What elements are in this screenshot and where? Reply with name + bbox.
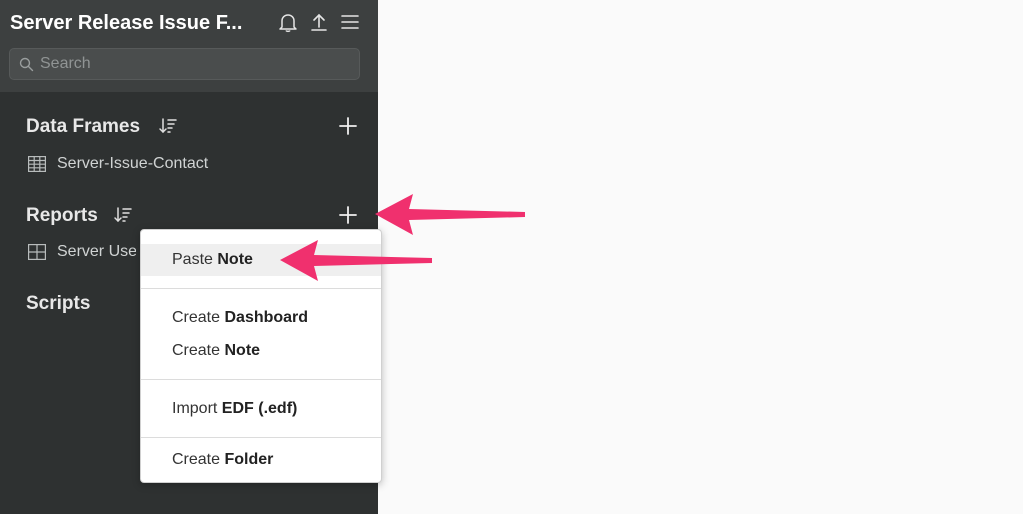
project-title[interactable]: Server Release Issue F... xyxy=(10,10,268,36)
sort-icon[interactable] xyxy=(113,205,133,225)
dashboard-icon xyxy=(28,244,46,261)
data-frames-title: Data Frames xyxy=(26,116,141,137)
bell-icon[interactable] xyxy=(277,11,299,33)
menu-item-create-folder[interactable]: Create Folder xyxy=(141,444,381,476)
menu-divider xyxy=(141,379,381,380)
menu-item-emphasis: Folder xyxy=(224,451,274,468)
reports-title: Reports xyxy=(26,205,98,226)
add-data-frame-button[interactable] xyxy=(338,116,358,136)
menu-item-create-note[interactable]: Create Note xyxy=(141,335,381,367)
menu-item-import-edf[interactable]: Import EDF (.edf) xyxy=(141,393,381,425)
report-label: Server Use xyxy=(57,243,136,260)
menu-divider xyxy=(141,437,381,438)
menu-item-prefix: Create xyxy=(172,309,221,326)
menu-divider xyxy=(141,288,381,289)
menu-item-create-dashboard[interactable]: Create Dashboard xyxy=(141,302,381,334)
search-icon xyxy=(19,57,34,72)
menu-item-prefix: Paste xyxy=(172,251,213,268)
sort-icon[interactable] xyxy=(158,116,178,136)
data-frame-label: Server-Issue-Contact xyxy=(57,155,209,172)
menu-icon[interactable] xyxy=(339,11,361,33)
data-frame-item[interactable]: Server-Issue-Contact xyxy=(26,152,326,176)
scripts-title: Scripts xyxy=(26,293,91,314)
search-input[interactable] xyxy=(40,49,350,79)
menu-item-prefix: Import xyxy=(172,400,218,417)
search-box[interactable] xyxy=(9,48,360,80)
menu-item-emphasis: Dashboard xyxy=(224,309,309,326)
menu-item-prefix: Create xyxy=(172,451,221,468)
annotation-arrow-paste-note xyxy=(280,240,432,281)
upload-icon[interactable] xyxy=(308,11,330,33)
sidebar-header: Server Release Issue F... xyxy=(0,0,378,92)
menu-item-emphasis: Note xyxy=(217,251,253,268)
menu-item-emphasis: Note xyxy=(224,342,261,359)
annotation-arrow-add xyxy=(375,194,525,235)
menu-item-prefix: Create xyxy=(172,342,221,359)
menu-item-emphasis: EDF (.edf) xyxy=(221,400,298,417)
report-item[interactable]: Server Use xyxy=(26,240,136,264)
add-report-button[interactable] xyxy=(338,205,358,225)
table-icon xyxy=(28,156,46,173)
